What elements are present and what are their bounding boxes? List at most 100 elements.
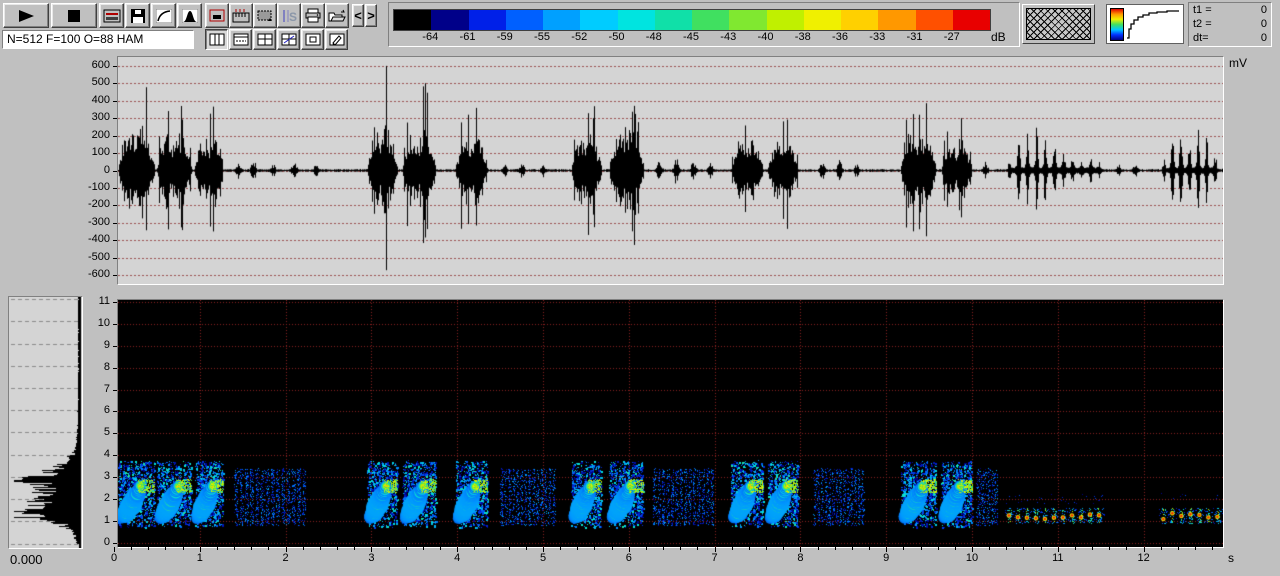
axis-tick-mark xyxy=(1212,547,1213,550)
ruler-icon xyxy=(232,8,250,22)
oscillogram-y-tick-label: 200 xyxy=(91,128,110,141)
spectrogram-canvas[interactable] xyxy=(118,300,1223,547)
color-scale-segment xyxy=(468,10,506,30)
copy-region-button[interactable] xyxy=(253,3,277,28)
axis-tick-mark xyxy=(474,547,475,550)
axis-tick-mark xyxy=(113,101,117,102)
layout-edit-button[interactable] xyxy=(325,29,348,50)
spectrogram-y-tick-label: 6 xyxy=(103,404,110,417)
prev-button[interactable]: < xyxy=(352,4,364,27)
oscillogram-y-tick-label: 100 xyxy=(91,146,110,159)
time-readout-panel: t1 = 0 t2 = 0 dt= 0 xyxy=(1188,2,1272,47)
layout-spectrogram-icon xyxy=(233,33,248,46)
spectrogram-y-tick-label: 9 xyxy=(103,338,110,351)
layout-window-button[interactable] xyxy=(301,29,324,50)
color-scale-panel: -64 -61 -59 -55 -52 -50 -48 -45 -43 -40 -38 -36 -33 -… xyxy=(388,2,1020,47)
mean-spectrum-canvas[interactable] xyxy=(9,297,82,548)
print-button[interactable] xyxy=(301,3,325,28)
layout-spectrogram-button[interactable] xyxy=(229,29,252,50)
oscillogram-y-tick-label: 300 xyxy=(91,111,110,124)
t2-row: t2 = 0 xyxy=(1189,17,1271,31)
axis-tick-mark xyxy=(989,547,990,550)
selection-frame-button[interactable] xyxy=(205,3,229,28)
open-folder-button[interactable] xyxy=(325,3,349,28)
spectrogram-y-tick-label: 7 xyxy=(103,382,110,395)
axis-tick-mark xyxy=(1144,547,1145,552)
layout-oscillogram-button[interactable] xyxy=(205,29,228,50)
t1-label: t1 = xyxy=(1193,4,1212,16)
spectrum-section-button[interactable]: S xyxy=(277,3,301,28)
stop-button[interactable] xyxy=(51,3,97,28)
gamma-curve-button[interactable] xyxy=(151,3,176,28)
oscillogram-y-tick-label: 500 xyxy=(91,76,110,89)
color-scale-tick-label: -55 xyxy=(534,31,550,43)
oscillogram-canvas[interactable] xyxy=(118,57,1223,284)
color-scale-tick-label: -59 xyxy=(496,31,513,43)
spectrogram-y-tick-label: 8 xyxy=(103,360,110,373)
time-axis-tick-label: 7 xyxy=(711,552,718,564)
dt-value: 0 xyxy=(1260,32,1267,44)
axis-tick-mark xyxy=(732,547,733,550)
color-scale-segment xyxy=(878,10,916,30)
spectrum-cursor-readout: 0.000 xyxy=(10,552,43,567)
dt-row: dt= 0 xyxy=(1189,31,1271,45)
axis-tick-mark xyxy=(612,547,613,550)
color-scale-segment xyxy=(654,10,692,30)
color-scale-segment xyxy=(803,10,841,30)
time-axis-tick-label: 6 xyxy=(625,552,632,564)
time-axis-tick-label: 0 xyxy=(110,552,118,564)
save-button[interactable] xyxy=(125,3,150,28)
t2-label: t2 = xyxy=(1193,18,1212,30)
color-transfer-panel[interactable] xyxy=(1106,4,1184,44)
play-button[interactable] xyxy=(3,3,49,28)
axis-tick-mark xyxy=(113,171,117,172)
time-axis-tick-label: 11 xyxy=(1052,552,1064,564)
color-scale-segment xyxy=(580,10,618,30)
axis-tick-mark xyxy=(835,547,836,550)
time-axis-tick-label: 3 xyxy=(368,552,375,564)
next-button[interactable]: > xyxy=(365,4,377,27)
axis-tick-mark xyxy=(200,547,201,552)
time-axis-tick-label: 4 xyxy=(454,552,461,564)
axis-tick-mark xyxy=(800,547,801,552)
mean-spectrum-panel[interactable] xyxy=(8,296,83,549)
layout-split-crosshair-button[interactable] xyxy=(277,29,300,50)
time-axis-tick-label: 2 xyxy=(282,552,289,564)
axis-tick-mark xyxy=(903,547,904,550)
oscillogram-plot[interactable] xyxy=(117,56,1224,285)
color-gradient-icon xyxy=(1110,8,1124,41)
time-axis-tick-label: 12 xyxy=(1137,552,1150,564)
oscillogram-y-tick-label: 0 xyxy=(103,163,110,176)
window-function-button[interactable] xyxy=(177,3,202,28)
axis-tick-mark xyxy=(165,547,166,550)
axis-tick-mark xyxy=(371,547,372,552)
axis-tick-mark xyxy=(113,223,117,224)
copy-region-icon xyxy=(257,10,272,21)
axis-tick-mark xyxy=(560,547,561,550)
saslab-window: S < > N=512 F=100 O=88 HAM -64 -61 -59 -… xyxy=(0,0,1280,576)
axis-tick-mark xyxy=(406,547,407,550)
ruler-button[interactable] xyxy=(229,3,253,28)
print-icon xyxy=(305,8,321,23)
spectrogram-y-tick-label: 5 xyxy=(103,426,110,439)
svg-text:S: S xyxy=(289,10,297,23)
layout-split-crosshair-icon xyxy=(281,33,296,46)
spectrogram-plot[interactable] xyxy=(117,299,1224,548)
pattern-selector[interactable] xyxy=(1022,4,1095,44)
time-axis-tick-label: 10 xyxy=(965,552,979,564)
axis-tick-mark xyxy=(183,547,184,550)
layout-split-button[interactable] xyxy=(253,29,276,50)
spectrogram-y-tick-label: 4 xyxy=(103,448,110,461)
axis-tick-mark xyxy=(113,136,117,137)
time-axis-tick-label: 9 xyxy=(883,552,890,564)
axis-tick-mark xyxy=(1092,547,1093,550)
color-scale-segment xyxy=(394,10,432,30)
fft-settings-status: N=512 F=100 O=88 HAM xyxy=(2,30,194,49)
axis-tick-mark xyxy=(217,547,218,550)
oscillogram-y-tick-label: -600 xyxy=(87,268,110,281)
color-scale-strip[interactable] xyxy=(393,9,991,31)
selection-frame-icon xyxy=(209,9,225,21)
layout-window-icon xyxy=(305,33,320,46)
axis-tick-mark xyxy=(113,521,117,522)
recorder-button[interactable] xyxy=(99,3,124,28)
